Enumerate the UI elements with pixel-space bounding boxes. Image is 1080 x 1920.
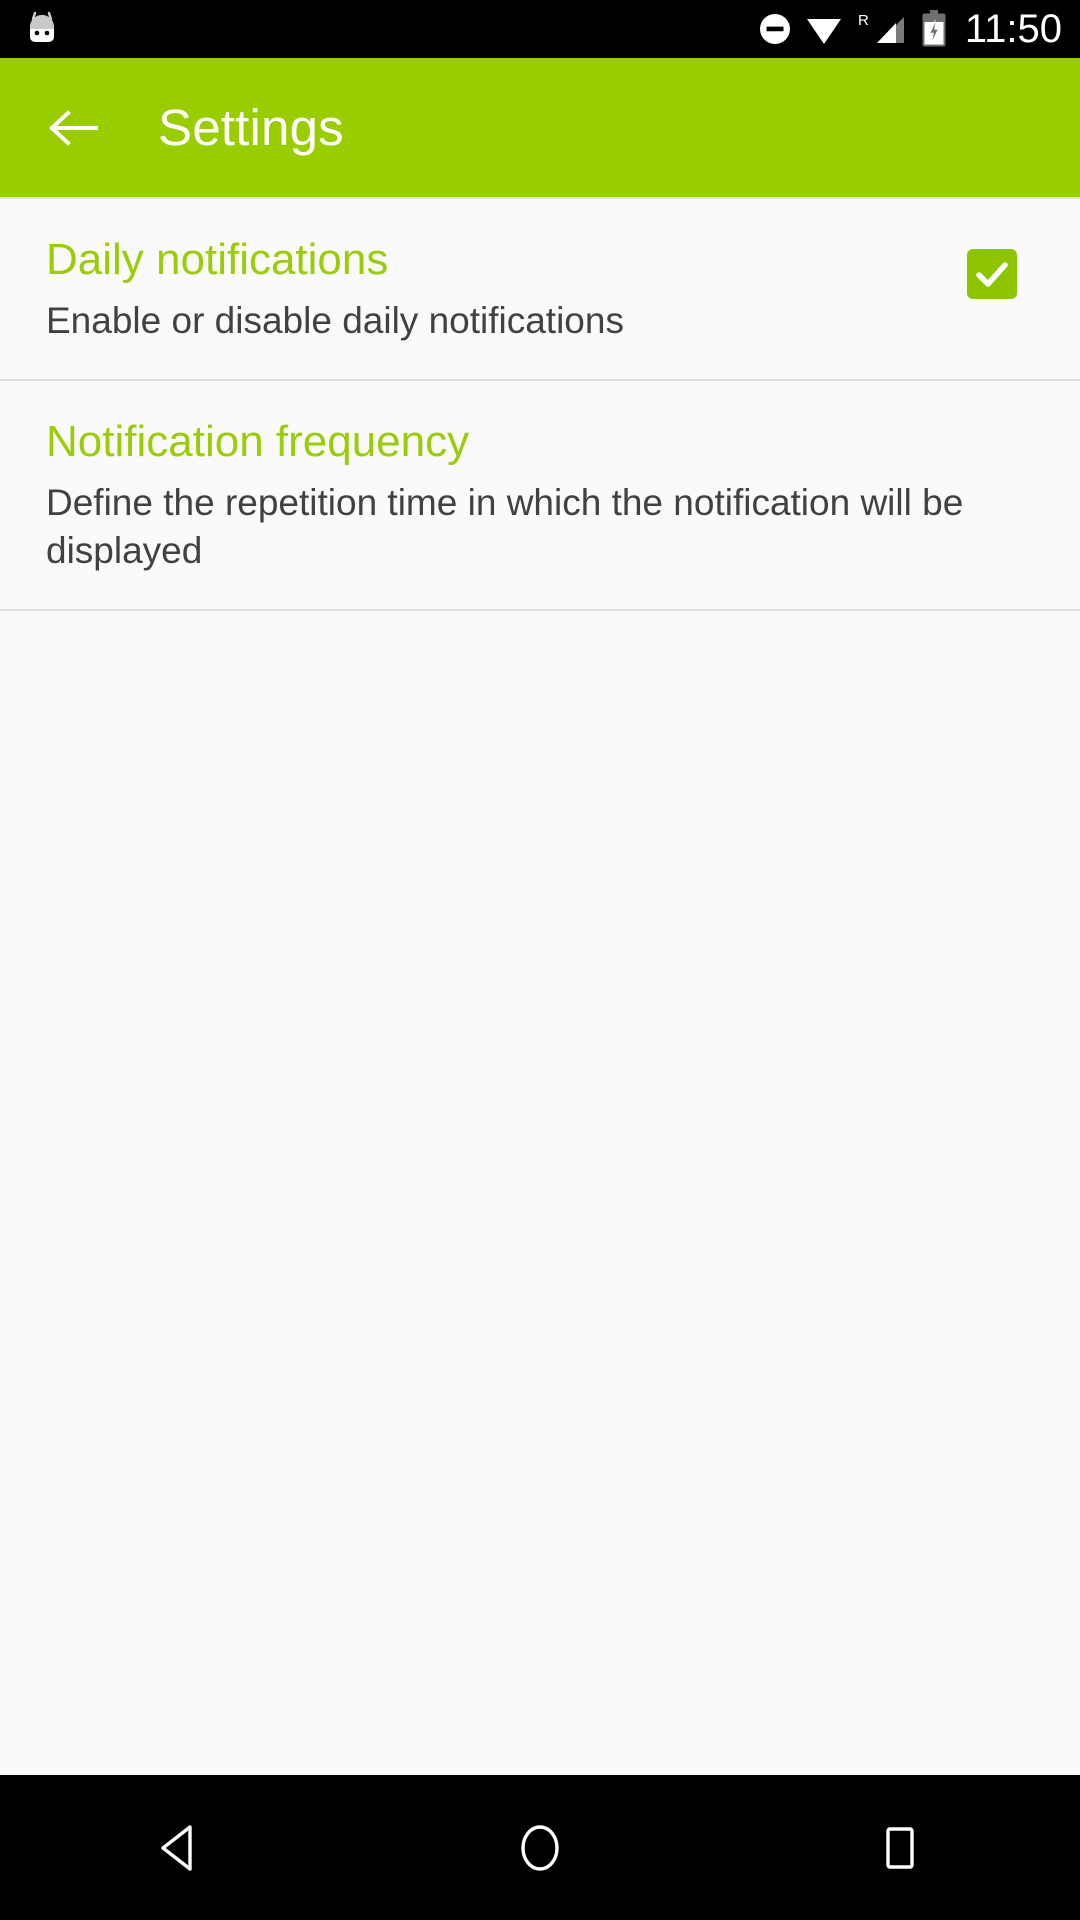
- preference-list: Daily notifications Enable or disable da…: [0, 197, 1080, 1775]
- preference-title: Daily notifications: [46, 235, 389, 284]
- triangle-left-icon: [161, 1824, 192, 1871]
- svg-text:R: R: [858, 12, 869, 29]
- nav-back-button[interactable]: [105, 1793, 255, 1903]
- system-navigation-bar: [0, 1775, 1080, 1920]
- circle-icon: [521, 1824, 559, 1871]
- nav-home-button[interactable]: [465, 1793, 615, 1903]
- preference-text-block: Daily notifications Enable or disable da…: [46, 235, 946, 345]
- status-bar-clock: 11:50: [964, 7, 1062, 51]
- preference-summary: Enable or disable daily notifications: [46, 300, 624, 341]
- page-title: Settings: [158, 98, 344, 156]
- status-bar-right: R 11:50: [758, 9, 1062, 49]
- preference-text-block: Notification frequency Define the repeti…: [46, 417, 1038, 575]
- square-icon: [886, 1826, 914, 1869]
- list-divider-bottom: [0, 609, 1080, 611]
- marshmallow-egg-icon: [22, 9, 62, 49]
- arrow-left-icon: [49, 109, 98, 146]
- cellular-signal-roaming-icon: R: [856, 11, 908, 47]
- back-button[interactable]: [38, 92, 110, 164]
- status-bar-left: [22, 9, 62, 49]
- preference-item-notification-frequency[interactable]: Notification frequency Define the repeti…: [0, 381, 1080, 609]
- wifi-icon: [805, 12, 843, 46]
- android-settings-screen: R 11:50 Settings Daily notifications Ena…: [0, 0, 1080, 1920]
- nav-recents-button[interactable]: [825, 1793, 975, 1903]
- battery-charging-icon: [921, 10, 947, 48]
- daily-notifications-checkbox[interactable]: [967, 249, 1017, 299]
- preference-item-daily-notifications[interactable]: Daily notifications Enable or disable da…: [0, 199, 1080, 379]
- preference-widget-area: [946, 235, 1038, 299]
- do-not-disturb-icon: [758, 12, 792, 46]
- status-bar: R 11:50: [0, 0, 1080, 58]
- app-bar: Settings: [0, 58, 1080, 197]
- preference-title: Notification frequency: [46, 417, 470, 466]
- check-icon: [976, 262, 1008, 287]
- preference-summary: Define the repetition time in which the …: [46, 482, 964, 571]
